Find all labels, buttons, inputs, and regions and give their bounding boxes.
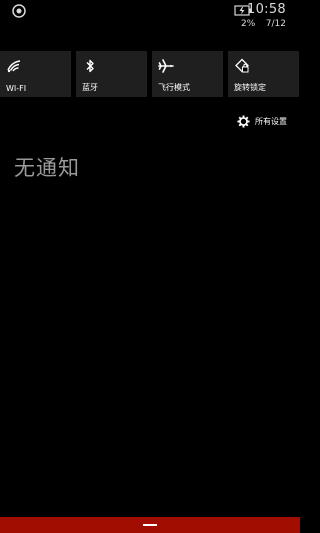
airplane-icon <box>158 59 174 73</box>
bluetooth-icon <box>86 59 94 73</box>
tile-airplane-label: 飞行模式 <box>158 83 190 92</box>
drag-handle[interactable] <box>143 524 157 526</box>
tile-rotation-lock[interactable]: 旋转锁定 <box>228 51 299 97</box>
battery-percent: 2% <box>241 19 256 29</box>
clock-time: 10:58 <box>247 2 286 17</box>
all-settings-label: 所有设置 <box>255 117 287 126</box>
tile-airplane-mode[interactable]: 飞行模式 <box>152 51 223 97</box>
rotation-lock-icon <box>235 58 249 73</box>
notification-app-icon <box>12 4 26 18</box>
no-notifications-message: 无通知 <box>14 156 80 180</box>
tile-bluetooth-label: 蓝牙 <box>82 83 98 92</box>
bottom-bar <box>0 517 300 533</box>
tile-wifi[interactable]: WI-FI <box>0 51 71 97</box>
tile-bluetooth[interactable]: 蓝牙 <box>76 51 147 97</box>
quick-actions: WI-FI 蓝牙 飞行模式 旋转锁定 <box>0 51 300 97</box>
date: 7/12 <box>265 19 286 29</box>
tile-wifi-label: WI-FI <box>6 84 27 93</box>
wifi-icon <box>7 60 21 73</box>
status-bar: 10:58 2% 7/12 <box>0 0 300 40</box>
gear-icon <box>237 115 250 128</box>
tile-rotation-lock-label: 旋转锁定 <box>234 83 266 92</box>
